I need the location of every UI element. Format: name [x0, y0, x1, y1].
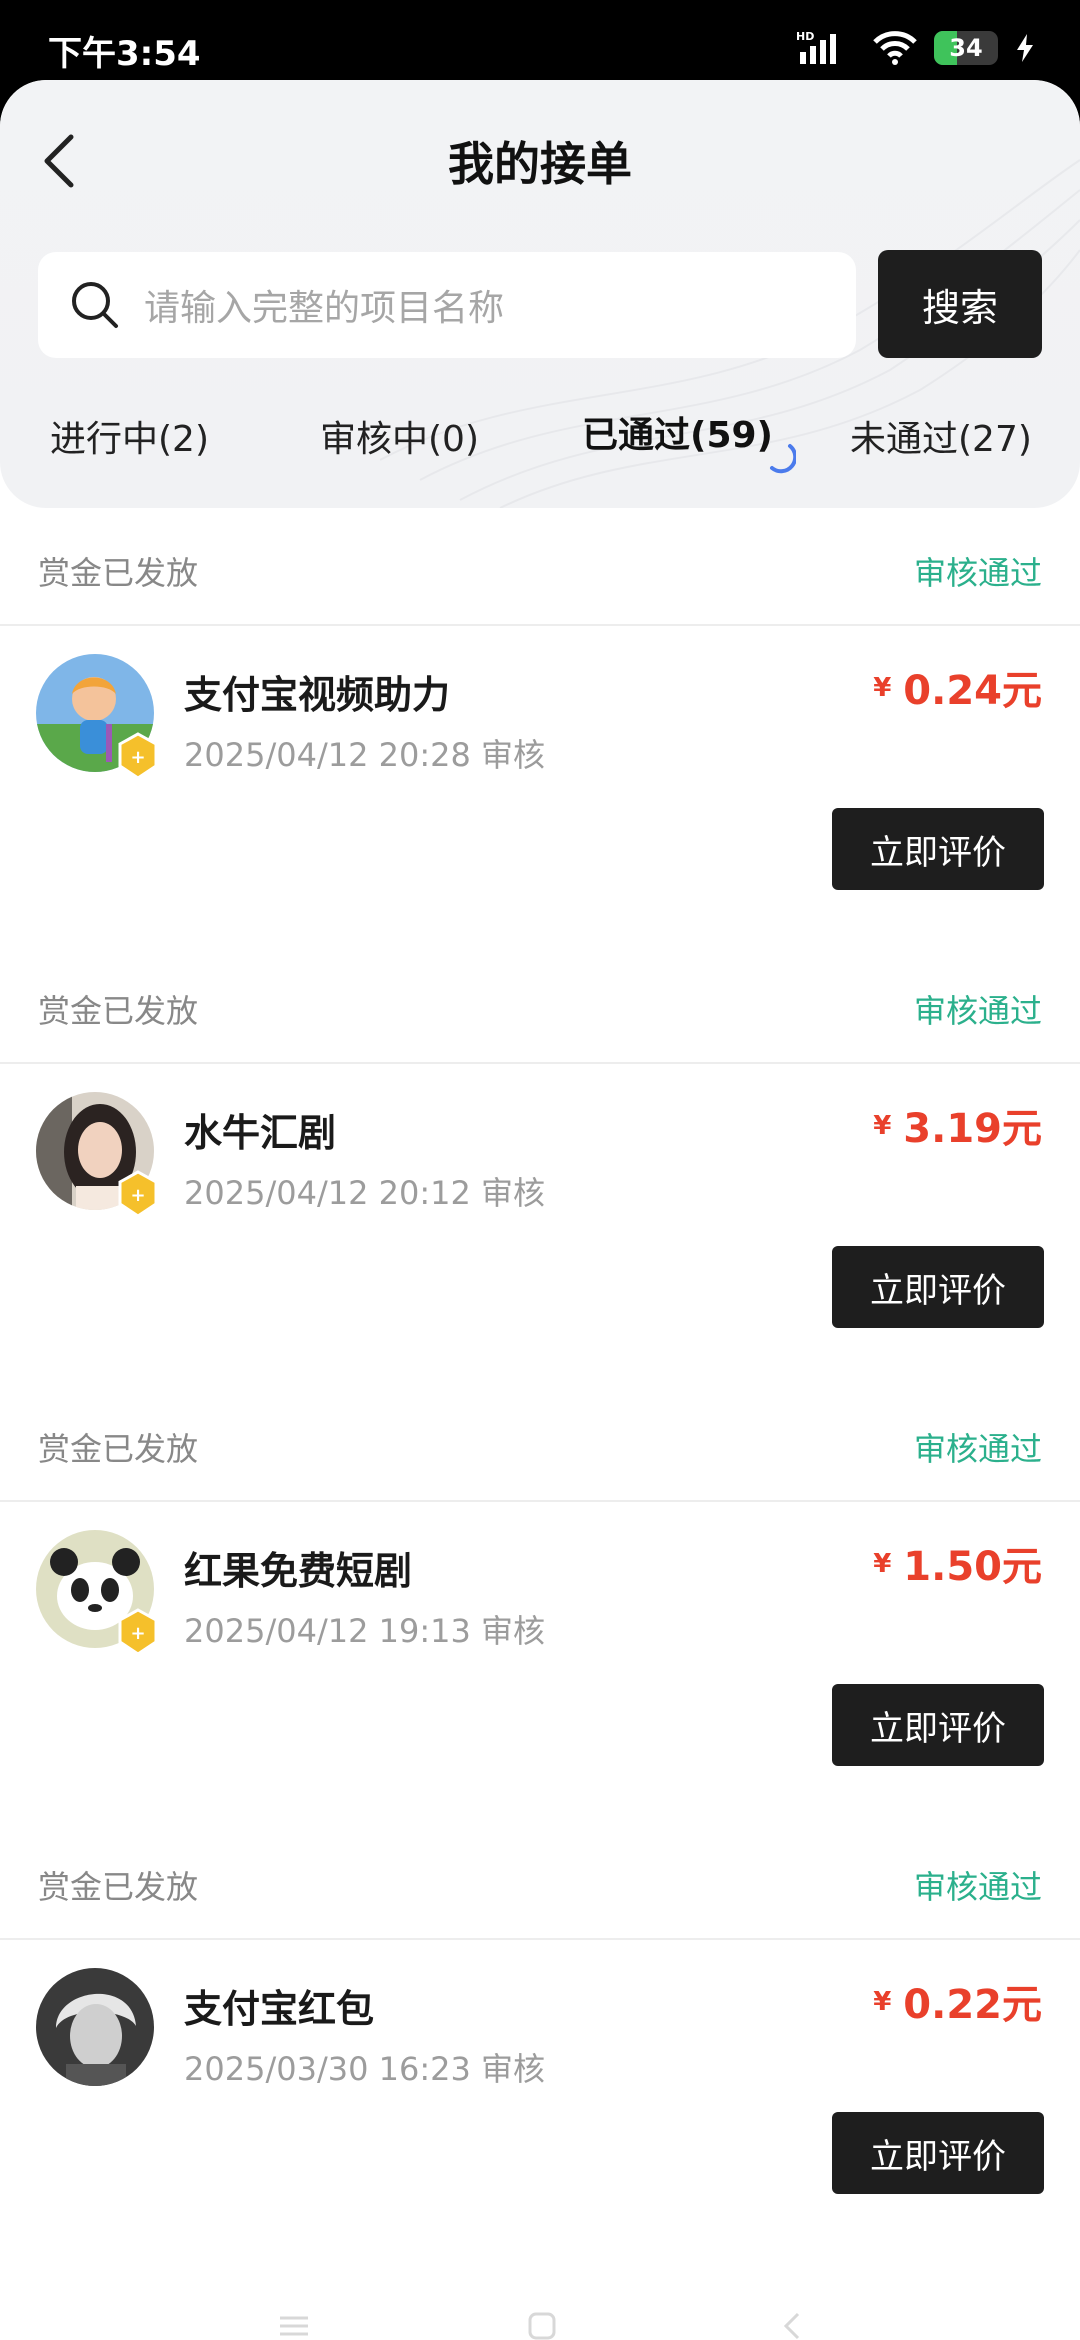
hd-signal-icon: HD [796, 30, 836, 64]
order-price: ¥0.22元 [873, 1972, 1042, 2030]
tab-approved[interactable]: 已通过(59) [582, 406, 773, 458]
status-icons: HD 34 [796, 26, 1036, 70]
order-title: 红果免费短剧 [184, 1549, 413, 1593]
order-list: 赏金已发放 审核通过 + 支付宝视频助力 2025/04/12 20:28 审核… [0, 508, 1080, 2242]
battery-indicator: 34 [934, 31, 998, 65]
wifi-icon [873, 31, 917, 65]
currency-symbol: ¥ [873, 1549, 892, 1579]
home-icon[interactable] [522, 2306, 562, 2340]
verified-badge-icon: + [118, 1170, 158, 1218]
charging-icon [1017, 34, 1033, 62]
avatar [36, 1968, 154, 2086]
card-header: 赏金已发放 审核通过 [0, 508, 1080, 626]
order-price: ¥3.19元 [873, 1096, 1042, 1154]
status-bar: 下午3:54 HD 34 [0, 0, 1080, 80]
reward-status: 赏金已发放 [38, 1868, 199, 1906]
rate-now-button[interactable]: 立即评价 [832, 1246, 1044, 1328]
tab-in-progress[interactable]: 进行中(2) [50, 410, 209, 462]
order-time: 2025/04/12 20:12 审核 [184, 1174, 546, 1212]
reward-status: 赏金已发放 [38, 554, 199, 592]
verified-badge-icon: + [118, 1608, 158, 1656]
card-header: 赏金已发放 审核通过 [0, 1822, 1080, 1940]
reward-status: 赏金已发放 [38, 992, 199, 1030]
rate-now-button[interactable]: 立即评价 [832, 2112, 1044, 2194]
status-tabs: 进行中(2) 审核中(0) 已通过(59) 未通过(27) [0, 410, 1080, 480]
menu-icon[interactable] [274, 2306, 314, 2340]
order-time: 2025/04/12 20:28 审核 [184, 736, 546, 774]
price-value: 0.24元 [903, 668, 1042, 714]
loading-spinner-icon [770, 444, 796, 474]
currency-symbol: ¥ [873, 1987, 892, 2017]
order-price: ¥1.50元 [873, 1534, 1042, 1592]
svg-text:+: + [130, 747, 145, 768]
search-icon [72, 282, 118, 328]
search-input[interactable]: 请输入完整的项目名称 [38, 252, 856, 358]
status-time: 下午3:54 [48, 34, 201, 74]
avatar: + [36, 1530, 158, 1656]
tab-rejected[interactable]: 未通过(27) [850, 410, 1032, 462]
verified-badge-icon: + [118, 732, 158, 780]
order-title: 支付宝红包 [184, 1987, 375, 2031]
rate-now-button[interactable]: 立即评价 [832, 1684, 1044, 1766]
review-status: 审核通过 [913, 554, 1042, 592]
rate-now-button[interactable]: 立即评价 [832, 808, 1044, 890]
back-nav-icon[interactable] [772, 2306, 812, 2340]
order-time: 2025/04/12 19:13 审核 [184, 1612, 546, 1650]
system-nav-bar [0, 2306, 1080, 2340]
tab-under-review[interactable]: 审核中(0) [320, 410, 479, 462]
currency-symbol: ¥ [873, 1111, 892, 1141]
card-header: 赏金已发放 审核通过 [0, 1384, 1080, 1502]
screen: 下午3:54 HD 34 我的接单 请输入完整的项目名称 搜索 进行中(2) 审… [0, 0, 1080, 2340]
order-card: 赏金已发放 审核通过 + 水牛汇剧 2025/04/12 20:12 审核 ¥ … [0, 946, 1080, 1366]
price-value: 1.50元 [903, 1544, 1042, 1590]
order-card: 赏金已发放 审核通过 [0, 508, 1080, 928]
order-card: 赏金已发放 审核通过 支付宝红包 2025/03/30 16:23 审核 ¥ 0… [0, 1822, 1080, 2242]
svg-text:HD: HD [796, 30, 814, 43]
order-title: 支付宝视频助力 [184, 673, 451, 717]
order-title: 水牛汇剧 [184, 1111, 337, 1155]
order-time: 2025/03/30 16:23 审核 [184, 2050, 546, 2088]
search-button[interactable]: 搜索 [878, 250, 1042, 358]
svg-text:+: + [130, 1185, 145, 1206]
card-header: 赏金已发放 审核通过 [0, 946, 1080, 1064]
order-card: 赏金已发放 审核通过 [0, 1384, 1080, 1804]
review-status: 审核通过 [913, 992, 1042, 1030]
search-placeholder: 请输入完整的项目名称 [144, 288, 505, 329]
avatar: + [36, 1092, 158, 1218]
battery-level: 34 [949, 34, 983, 62]
order-price: ¥0.24元 [873, 658, 1042, 716]
price-value: 3.19元 [903, 1106, 1042, 1152]
svg-text:+: + [130, 1623, 145, 1644]
review-status: 审核通过 [913, 1430, 1042, 1468]
avatar: + [36, 654, 158, 780]
page-title: 我的接单 [448, 137, 632, 191]
page-sheet: 我的接单 请输入完整的项目名称 搜索 进行中(2) 审核中(0) 已通过(59)… [0, 80, 1080, 2340]
review-status: 审核通过 [913, 1868, 1042, 1906]
price-value: 0.22元 [903, 1982, 1042, 2028]
reward-status: 赏金已发放 [38, 1430, 199, 1468]
currency-symbol: ¥ [873, 673, 892, 703]
